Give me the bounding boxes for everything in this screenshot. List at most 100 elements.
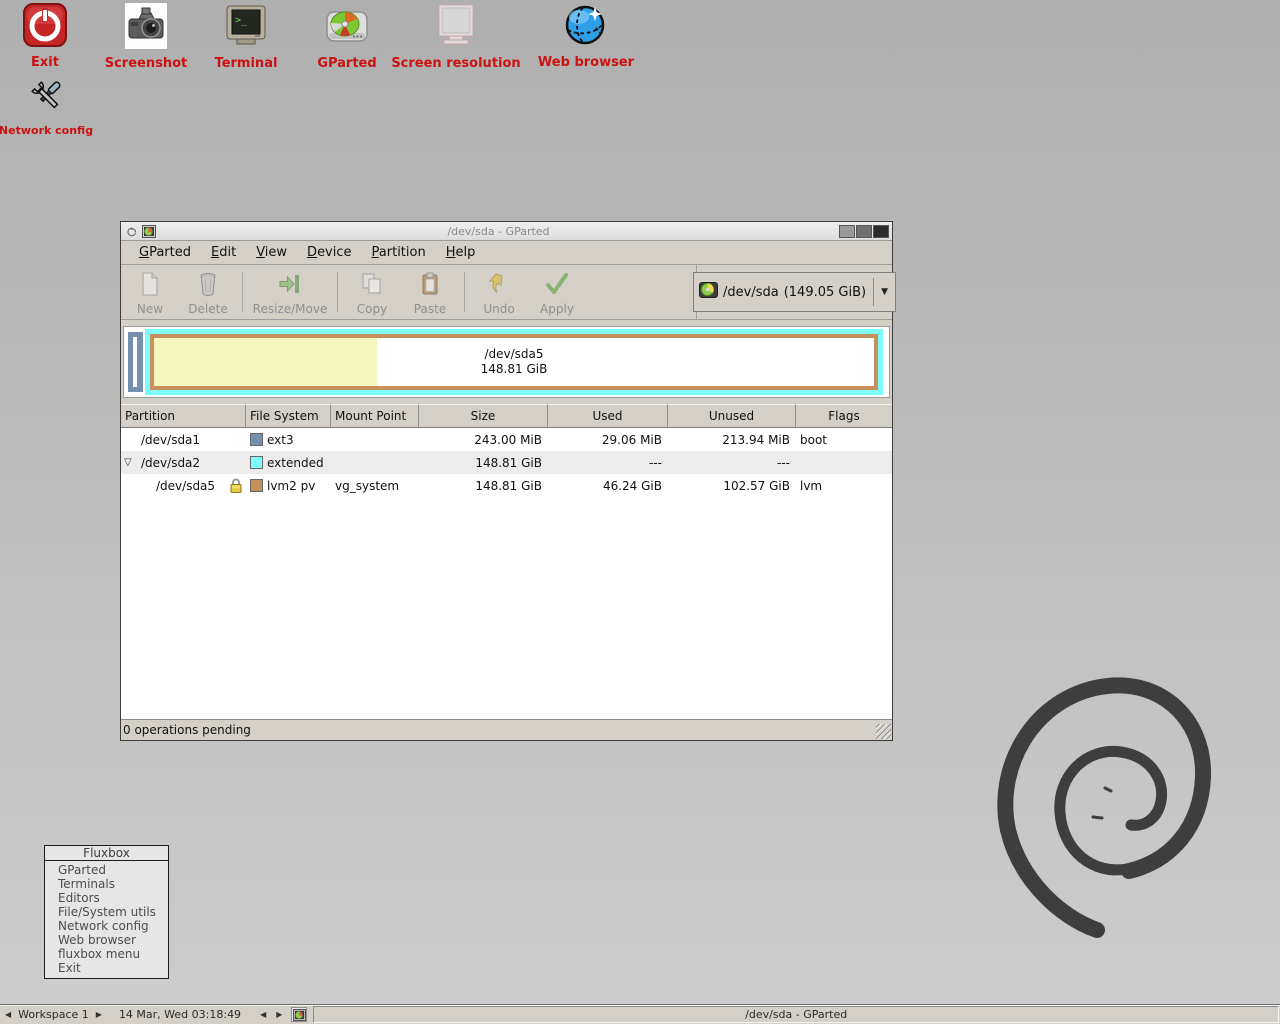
menu-help[interactable]: Help xyxy=(436,242,486,263)
svg-text:>_: >_ xyxy=(235,15,248,26)
partition-visual-area: /dev/sda5 148.81 GiB xyxy=(121,320,892,404)
header-mount-point[interactable]: Mount Point xyxy=(331,404,419,428)
combo-separator xyxy=(873,278,875,306)
debian-swirl-logo xyxy=(975,655,1215,959)
used-value: 46.24 GiB xyxy=(602,478,662,493)
window-menu-swirl-icon[interactable] xyxy=(124,224,139,239)
used-value: --- xyxy=(649,455,662,470)
partition-block-sda5[interactable]: /dev/sda5 148.81 GiB xyxy=(150,334,878,390)
desktop-icon-network-config[interactable]: Network config xyxy=(0,75,116,137)
apply-icon xyxy=(544,271,570,301)
resize-move-button[interactable]: Resize/Move xyxy=(248,265,332,319)
new-partition-icon xyxy=(137,271,163,301)
unused-value: 102.57 GiB xyxy=(723,478,790,493)
device-size: (149.05 GiB) xyxy=(783,284,867,300)
maximize-button[interactable] xyxy=(856,224,872,238)
desktop-icon-label: Screen resolution xyxy=(391,56,521,71)
workspace-next-icon[interactable]: ▶ xyxy=(91,1010,107,1019)
filesystem-color-swatch xyxy=(250,479,263,492)
delete-button[interactable]: Delete xyxy=(179,265,237,319)
gparted-task-icon[interactable] xyxy=(291,1007,308,1022)
resize-grip[interactable] xyxy=(876,724,891,739)
copy-button[interactable]: Copy xyxy=(343,265,401,319)
header-unused[interactable]: Unused xyxy=(668,404,796,428)
workspace-prev-icon[interactable]: ◀ xyxy=(0,1010,16,1019)
menu-edit[interactable]: Edit xyxy=(201,242,246,263)
filesystem-type: lvm2 pv xyxy=(267,478,316,493)
menu-partition[interactable]: Partition xyxy=(362,242,436,263)
task-next-icon[interactable]: ▶ xyxy=(271,1010,287,1019)
gparted-window: /dev/sda - GParted GParted Edit View Dev… xyxy=(120,221,896,741)
visual-partition-name: /dev/sda5 xyxy=(484,347,544,361)
table-row-sda5[interactable]: /dev/sda5 lvm2 pv vg_system 148.81 GiB 4… xyxy=(121,474,892,497)
fluxbox-menu-item-network-config[interactable]: Network config xyxy=(45,919,168,933)
header-used[interactable]: Used xyxy=(548,404,668,428)
pending-operations-text: 0 operations pending xyxy=(123,723,251,737)
camera-icon xyxy=(123,3,169,53)
task-prev-icon[interactable]: ◀ xyxy=(255,1010,271,1019)
device-selector[interactable]: /dev/sda (149.05 GiB) ▼ xyxy=(693,272,896,312)
device-selector-area: /dev/sda (149.05 GiB) ▼ xyxy=(693,265,896,319)
status-bar: 0 operations pending xyxy=(121,719,892,740)
fluxbox-menu-item-fluxbox-menu[interactable]: fluxbox menu xyxy=(45,947,168,961)
toolbar-separator xyxy=(337,272,338,312)
size-value: 148.81 GiB xyxy=(475,455,542,470)
toolbar-separator xyxy=(242,272,243,312)
taskbar-clock: 14 Mar, Wed 03:18:49 xyxy=(118,1008,242,1021)
mount-point xyxy=(331,451,419,474)
toolbar: New Delete Resize/Move Copy Paste Undo A… xyxy=(121,265,896,320)
filesystem-color-swatch xyxy=(250,433,263,446)
window-titlebar[interactable]: /dev/sda - GParted xyxy=(121,222,892,241)
filesystem-color-swatch xyxy=(250,456,263,469)
resize-move-icon xyxy=(277,271,303,301)
taskbar-task-button[interactable]: /dev/sda - GParted xyxy=(313,1006,1279,1023)
fluxbox-menu-item-gparted[interactable]: GParted xyxy=(45,863,168,877)
header-size[interactable]: Size xyxy=(419,404,548,428)
menu-device[interactable]: Device xyxy=(297,242,361,263)
gparted-app-icon xyxy=(141,224,156,239)
undo-button[interactable]: Undo xyxy=(470,265,528,319)
partition-name: /dev/sda5 xyxy=(156,478,216,493)
partition-block-sda2-extended[interactable]: /dev/sda5 148.81 GiB xyxy=(145,329,883,395)
device-name: /dev/sda xyxy=(723,284,779,300)
workspace-label[interactable]: Workspace 1 xyxy=(16,1008,91,1021)
partition-block-sda1[interactable] xyxy=(128,332,143,392)
fluxbox-menu-item-terminals[interactable]: Terminals xyxy=(45,877,168,891)
header-flags[interactable]: Flags xyxy=(796,404,892,428)
header-file-system[interactable]: File System xyxy=(246,404,331,428)
desktop-icon-web-browser[interactable]: Web browser xyxy=(516,2,656,70)
size-value: 148.81 GiB xyxy=(475,478,542,493)
header-partition[interactable]: Partition xyxy=(121,404,246,428)
fluxbox-menu-item-editors[interactable]: Editors xyxy=(45,891,168,905)
filesystem-type: extended xyxy=(267,455,324,470)
fluxbox-menu-title: Fluxbox xyxy=(45,846,168,861)
close-button[interactable] xyxy=(873,224,889,238)
expander-icon[interactable]: ▽ xyxy=(124,457,132,468)
partition-name: /dev/sda2 xyxy=(141,455,201,470)
task-title: /dev/sda - GParted xyxy=(745,1008,848,1021)
terminal-icon: >_ xyxy=(223,3,269,53)
fluxbox-menu-item-file-system-utils[interactable]: File/System utils xyxy=(45,905,168,919)
unused-value: 213.94 MiB xyxy=(722,432,790,447)
flags-value: boot xyxy=(800,432,828,447)
new-button[interactable]: New xyxy=(121,265,179,319)
paste-button[interactable]: Paste xyxy=(401,265,459,319)
desktop-icon-label: Web browser xyxy=(537,55,635,70)
fluxbox-menu-item-exit[interactable]: Exit xyxy=(45,961,168,975)
table-row-sda2[interactable]: ▽ /dev/sda2 extended 148.81 GiB --- --- xyxy=(121,451,892,474)
undo-icon xyxy=(486,271,512,301)
minimize-button[interactable] xyxy=(839,224,855,238)
desktop-icon-screen-resolution[interactable]: Screen resolution xyxy=(386,3,526,71)
globe-icon xyxy=(563,2,609,52)
table-empty-area xyxy=(121,497,892,719)
menu-view[interactable]: View xyxy=(246,242,297,263)
flags-value xyxy=(796,451,892,474)
mount-point xyxy=(331,428,419,451)
fluxbox-menu-item-web-browser[interactable]: Web browser xyxy=(45,933,168,947)
power-icon xyxy=(22,2,68,52)
mount-point: vg_system xyxy=(335,478,400,493)
table-row-sda1[interactable]: /dev/sda1 ext3 243.00 MiB 29.06 MiB 213.… xyxy=(121,428,892,451)
menu-gparted[interactable]: GParted xyxy=(129,242,201,263)
apply-button[interactable]: Apply xyxy=(528,265,586,319)
toolbar-separator xyxy=(464,272,465,312)
